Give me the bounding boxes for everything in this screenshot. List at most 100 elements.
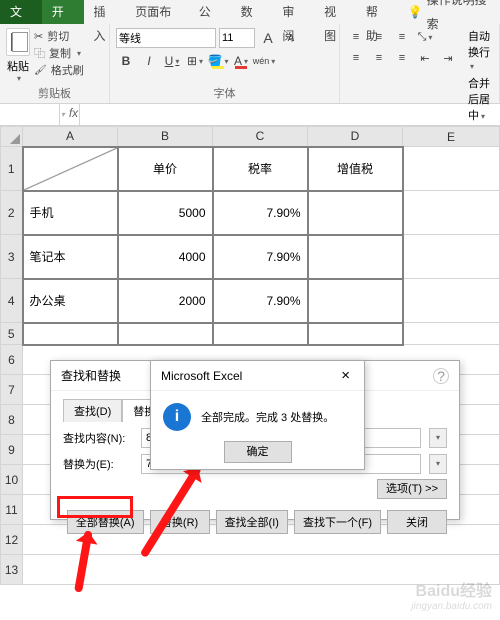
cell-c3[interactable]: 7.90% [213, 235, 308, 279]
row-header-5[interactable]: 5 [1, 323, 23, 345]
row-header-10[interactable]: 10 [1, 465, 23, 495]
cell-c2[interactable]: 7.90% [213, 191, 308, 235]
cut-button[interactable]: 剪切 [34, 28, 84, 44]
row-header-3[interactable]: 3 [1, 235, 23, 279]
name-box[interactable] [0, 104, 60, 125]
cell-a5[interactable] [23, 323, 118, 345]
cell-d3[interactable] [308, 235, 403, 279]
row-header-6[interactable]: 6 [1, 345, 23, 375]
format-painter-button[interactable]: 格式刷 [34, 62, 84, 78]
wrap-text-button[interactable]: 自动换行 [468, 28, 493, 72]
fx-icon[interactable]: fx [60, 104, 80, 125]
cell-b2[interactable]: 5000 [118, 191, 213, 235]
align-top-button[interactable]: ≡ [346, 28, 366, 46]
cell-b3[interactable]: 4000 [118, 235, 213, 279]
border-button[interactable]: ⊞ [185, 51, 205, 71]
tab-page-layout[interactable]: 页面布局 [125, 0, 189, 24]
decrease-indent-button[interactable]: ⇤ [415, 49, 435, 67]
group-clipboard-label: 剪贴板 [6, 83, 103, 101]
close-button[interactable]: 关闭 [387, 510, 447, 534]
font-color-button[interactable]: A [231, 51, 251, 71]
cell-a4[interactable]: 办公桌 [23, 279, 118, 323]
cell-c5[interactable] [213, 323, 308, 345]
align-center-button[interactable]: ≡ [369, 49, 389, 67]
replace-with-dropdown-icon[interactable]: ▾ [429, 454, 447, 474]
replace-all-button[interactable]: 全部替换(A) [67, 510, 144, 534]
tab-home[interactable]: 开始 [42, 0, 84, 24]
find-what-dropdown-icon[interactable]: ▾ [429, 428, 447, 448]
row-header-1[interactable]: 1 [1, 147, 23, 191]
row-header-9[interactable]: 9 [1, 435, 23, 465]
row-header-4[interactable]: 4 [1, 279, 23, 323]
cell-b4[interactable]: 2000 [118, 279, 213, 323]
align-middle-button[interactable]: ≡ [369, 28, 389, 46]
select-all-button[interactable] [1, 127, 23, 147]
tab-help[interactable]: 帮助 [356, 0, 398, 24]
find-dialog-title: 查找和替换 [61, 367, 121, 384]
tab-file[interactable]: 文件 [0, 0, 42, 24]
col-header-b[interactable]: B [118, 127, 213, 147]
cell-b5[interactable] [118, 323, 213, 345]
font-name-combo[interactable] [116, 28, 216, 48]
find-next-button[interactable]: 查找下一个(F) [294, 510, 381, 534]
options-button[interactable]: 选项(T) >> [377, 479, 447, 499]
wrap-text-label: 自动换行 [468, 31, 490, 59]
msg-dialog-title: Microsoft Excel [161, 369, 242, 383]
tab-formulas[interactable]: 公式 [189, 0, 231, 24]
increase-indent-button[interactable]: ⇥ [438, 49, 458, 67]
col-header-d[interactable]: D [308, 127, 403, 147]
cell-b1[interactable]: 单价 [118, 147, 213, 191]
find-tab[interactable]: 查找(D) [63, 399, 122, 422]
cell-e1[interactable] [403, 147, 500, 191]
tell-me[interactable]: 💡 操作说明搜索 [398, 0, 500, 24]
cell-e3[interactable] [403, 235, 500, 279]
tab-data[interactable]: 数据 [231, 0, 273, 24]
replace-button[interactable]: 替换(R) [150, 510, 210, 534]
cell-e4[interactable] [403, 279, 500, 323]
col-header-c[interactable]: C [213, 127, 308, 147]
row-header-11[interactable]: 11 [1, 495, 23, 525]
formula-input[interactable] [80, 104, 500, 125]
font-size-combo[interactable] [219, 28, 255, 48]
cell-e5[interactable] [403, 323, 500, 345]
bold-button[interactable]: B [116, 51, 136, 71]
cell-row13[interactable] [23, 555, 500, 585]
find-all-button[interactable]: 查找全部(I) [216, 510, 288, 534]
cell-d1[interactable]: 增值税 [308, 147, 403, 191]
cell-d5[interactable] [308, 323, 403, 345]
row-header-8[interactable]: 8 [1, 405, 23, 435]
orientation-button[interactable]: ⤡ [415, 28, 435, 46]
cell-a2[interactable]: 手机 [23, 191, 118, 235]
help-icon[interactable]: ? [433, 368, 449, 384]
ok-button[interactable]: 确定 [224, 441, 292, 463]
col-header-a[interactable]: A [23, 127, 118, 147]
close-icon[interactable]: × [337, 367, 354, 384]
col-header-e[interactable]: E [403, 127, 500, 147]
cell-d2[interactable] [308, 191, 403, 235]
phonetic-button[interactable]: wén [254, 51, 274, 71]
tab-insert[interactable]: 插入 [84, 0, 126, 24]
decrease-font-button[interactable]: A [281, 28, 301, 48]
increase-font-button[interactable]: A [258, 28, 278, 48]
cell-e2[interactable] [403, 191, 500, 235]
italic-button[interactable]: I [139, 51, 159, 71]
cell-a1[interactable] [23, 147, 118, 191]
row-header-13[interactable]: 13 [1, 555, 23, 585]
fill-color-button[interactable]: 🪣 [208, 51, 228, 71]
align-bottom-button[interactable]: ≡ [392, 28, 412, 46]
align-right-button[interactable]: ≡ [392, 49, 412, 67]
cell-c4[interactable]: 7.90% [213, 279, 308, 323]
row-header-12[interactable]: 12 [1, 525, 23, 555]
paste-button[interactable]: 粘贴 [6, 28, 30, 83]
tab-review[interactable]: 审阅 [272, 0, 314, 24]
cell-c1[interactable]: 税率 [213, 147, 308, 191]
row-header-7[interactable]: 7 [1, 375, 23, 405]
copy-button[interactable]: 复制 [34, 45, 84, 61]
cell-d4[interactable] [308, 279, 403, 323]
row-header-2[interactable]: 2 [1, 191, 23, 235]
cell-a3[interactable]: 笔记本 [23, 235, 118, 279]
align-left-button[interactable]: ≡ [346, 49, 366, 67]
paste-dropdown-icon[interactable] [15, 74, 21, 83]
tab-view[interactable]: 视图 [314, 0, 356, 24]
underline-button[interactable]: U [162, 51, 182, 71]
